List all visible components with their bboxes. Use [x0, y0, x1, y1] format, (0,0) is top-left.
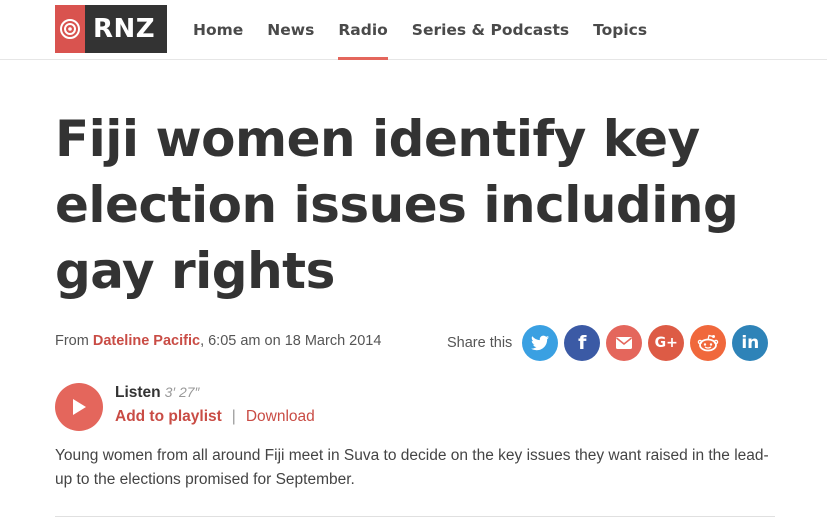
byline-from: From	[55, 333, 89, 349]
audio-actions: Add to playlist | Download	[115, 408, 315, 426]
article-title: Fiji women identify key election issues …	[55, 110, 739, 300]
nav-item-topics[interactable]: Topics	[593, 0, 647, 60]
listen-label: Listen	[115, 384, 161, 401]
audio-duration: 3′ 27″	[164, 384, 200, 400]
linkedin-share-button[interactable]: in	[732, 325, 769, 361]
article-byline: From Dateline Pacific, 6:05 am on 18 Mar…	[55, 333, 381, 349]
reddit-share-button[interactable]	[690, 325, 727, 361]
google-plus-icon: G+	[654, 335, 678, 351]
article-summary: Young women from all around Fiji meet in…	[55, 447, 769, 488]
rnz-logo-text: RNZ	[93, 14, 156, 44]
download-link[interactable]: Download	[246, 408, 315, 425]
rnz-logo-mark-icon	[55, 5, 85, 53]
nav-item-news[interactable]: News	[267, 0, 314, 60]
main-nav: Home News Radio Series & Podcasts Topics	[193, 0, 671, 60]
reddit-icon	[698, 334, 719, 352]
play-icon	[73, 399, 86, 415]
twitter-share-button[interactable]	[522, 325, 559, 361]
actions-separator: |	[231, 408, 236, 425]
linkedin-icon: in	[741, 333, 760, 353]
site-header: RNZ Home News Radio Series & Podcasts To…	[0, 0, 827, 60]
email-icon	[616, 337, 633, 349]
byline-time: , 6:05 am on 18 March 2014	[200, 333, 382, 349]
play-button[interactable]	[55, 383, 103, 431]
share-label: Share this	[447, 335, 513, 351]
twitter-icon	[531, 335, 550, 351]
google-plus-share-button[interactable]: G+	[648, 325, 685, 361]
facebook-icon: f	[578, 332, 587, 354]
rnz-logo[interactable]: RNZ	[55, 5, 167, 53]
programme-link[interactable]: Dateline Pacific	[93, 333, 200, 349]
divider	[55, 516, 775, 517]
nav-item-series-podcasts[interactable]: Series & Podcasts	[412, 0, 569, 60]
email-share-button[interactable]	[606, 325, 643, 361]
nav-item-home[interactable]: Home	[193, 0, 243, 60]
listen-row: Listen 3′ 27″	[115, 384, 200, 402]
facebook-share-button[interactable]: f	[564, 325, 601, 361]
share-bar: Share this f G+ in	[447, 325, 774, 361]
nav-item-radio[interactable]: Radio	[338, 0, 389, 60]
add-to-playlist-link[interactable]: Add to playlist	[115, 408, 222, 425]
